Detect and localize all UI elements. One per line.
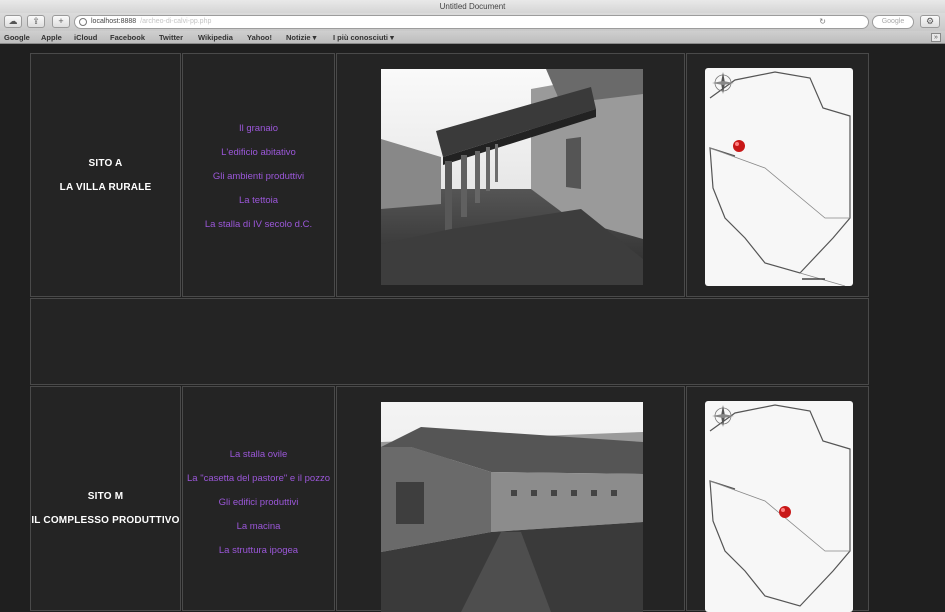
link-struttura-ipogea[interactable]: La struttura ipogea (183, 545, 334, 557)
site-m-links-cell: La stalla ovile La "casetta del pastore"… (182, 386, 335, 611)
site-a-map-image (709, 71, 851, 286)
site-a-photo-cell (336, 53, 685, 297)
site-m-map[interactable] (705, 401, 853, 612)
site-a-link-list: Il granaio L'edificio abitativo Gli ambi… (183, 123, 334, 231)
bookmark-google[interactable]: Google (4, 31, 30, 44)
link-stalla-ovile[interactable]: La stalla ovile (183, 449, 334, 461)
site-a-name: LA VILLA RURALE (59, 182, 152, 193)
bookmark-wikipedia[interactable]: Wikipedia (198, 31, 233, 44)
site-m-name: IL COMPLESSO PRODUTTIVO (31, 515, 180, 526)
link-ambienti-produttivi[interactable]: Gli ambienti produttivi (183, 171, 334, 183)
bookmark-facebook[interactable]: Facebook (110, 31, 145, 44)
bookmark-twitter[interactable]: Twitter (159, 31, 183, 44)
bookmarks-bar: Google Apple iCloud Facebook Twitter Wik… (0, 31, 945, 44)
site-m-link-list: La stalla ovile La "casetta del pastore"… (183, 449, 334, 557)
compass-rose-icon (712, 405, 734, 427)
address-bar[interactable]: localhost:8888/archeo-di-calvi-pp.php ↻ (74, 15, 869, 29)
bookmark-yahoo[interactable]: Yahoo! (247, 31, 272, 44)
bookmark-apple[interactable]: Apple (41, 31, 62, 44)
settings-button[interactable]: ⚙ (920, 15, 940, 28)
globe-icon (79, 18, 87, 26)
site-a-map[interactable] (705, 68, 853, 286)
site-a-title-cell: SITO A LA VILLA RURALE (30, 53, 181, 297)
cloud-icon: ☁ (8, 16, 18, 26)
search-placeholder: Google (881, 18, 905, 25)
barn-photo-image (381, 402, 643, 612)
search-field[interactable]: Google (872, 15, 914, 29)
link-tettoia[interactable]: La tettoia (183, 195, 334, 207)
link-edificio-abitativo[interactable]: L'edificio abitativo (183, 147, 334, 159)
icloud-tabs-button[interactable]: ☁ (4, 15, 22, 28)
site-m-title-cell: SITO M IL COMPLESSO PRODUTTIVO (30, 386, 181, 611)
site-m-code: SITO M (87, 491, 124, 502)
spacer-row (30, 298, 869, 385)
window-titlebar: Untitled Document (0, 0, 945, 13)
site-a-code: SITO A (88, 158, 123, 169)
share-button[interactable]: ⇪ (27, 15, 45, 28)
bookmark-notizie[interactable]: Notizie ▾ (286, 31, 316, 44)
link-casetta-del-pastore[interactable]: La "casetta del pastore" e il pozzo (183, 473, 334, 485)
bookmark-icloud[interactable]: iCloud (74, 31, 97, 44)
link-edifici-produttivi[interactable]: Gli edifici produttivi (183, 497, 334, 509)
site-a-map-cell (686, 53, 869, 297)
page-content: SITO A LA VILLA RURALE Il granaio L'edif… (0, 45, 945, 612)
link-macina[interactable]: La macina (183, 521, 334, 533)
address-url: localhost:8888 (91, 18, 137, 25)
bookmark-piu-conosciuti[interactable]: I più conosciuti ▾ (333, 31, 394, 44)
address-url-path: /archeo-di-calvi-pp.php (140, 18, 212, 25)
map-pin-icon (779, 506, 791, 518)
site-m-map-cell (686, 386, 869, 612)
share-icon: ⇪ (32, 16, 40, 26)
map-pin-icon (733, 140, 745, 152)
villa-rurale-photo[interactable] (381, 69, 643, 285)
browser-toolbar: ☁ ⇪ + localhost:8888/archeo-di-calvi-pp.… (0, 13, 945, 31)
add-bookmark-button[interactable]: + (52, 15, 70, 28)
plus-icon: + (58, 16, 64, 26)
site-m-photo-cell (336, 386, 685, 612)
reload-icon[interactable]: ↻ (819, 16, 826, 28)
link-granaio[interactable]: Il granaio (183, 123, 334, 135)
site-m-map-image (709, 404, 851, 607)
complesso-produttivo-photo[interactable] (381, 402, 643, 612)
bookmarks-overflow-icon[interactable]: » (931, 33, 941, 42)
window-title: Untitled Document (439, 2, 506, 11)
site-a-links-cell: Il granaio L'edificio abitativo Gli ambi… (182, 53, 335, 297)
gear-icon: ⚙ (925, 16, 935, 26)
link-stalla-iv-secolo[interactable]: La stalla di IV secolo d.C. (183, 219, 334, 231)
compass-rose-icon (712, 72, 734, 94)
portico-photo-image (381, 69, 643, 285)
